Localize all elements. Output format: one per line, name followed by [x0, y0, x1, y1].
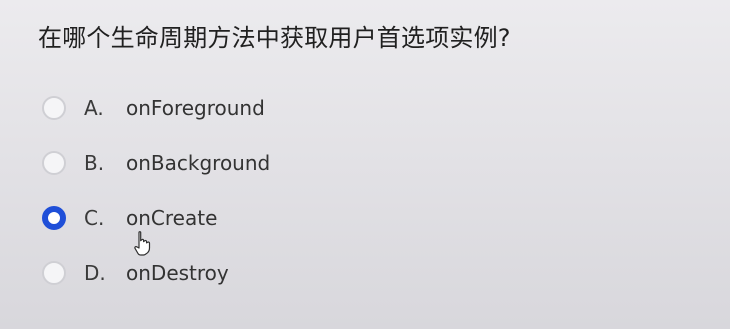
option-letter-b: B.	[84, 151, 105, 175]
option-letter-a: A.	[84, 96, 104, 120]
options-list: A. onForeground B. onBackground C. onCre…	[42, 82, 682, 299]
radio-button-b[interactable]	[42, 151, 66, 175]
radio-button-d[interactable]	[42, 261, 66, 285]
option-b[interactable]: B. onBackground	[42, 137, 682, 189]
option-d[interactable]: D. onDestroy	[42, 247, 682, 299]
option-text-a: onForeground	[126, 96, 265, 120]
radio-button-a[interactable]	[42, 96, 66, 120]
option-c[interactable]: C. onCreate	[42, 192, 682, 256]
quiz-page: 在哪个生命周期方法中获取用户首选项实例? A. onForeground B. …	[0, 0, 730, 329]
option-text-d: onDestroy	[126, 261, 229, 285]
question-title: 在哪个生命周期方法中获取用户首选项实例?	[38, 24, 511, 52]
option-a[interactable]: A. onForeground	[42, 82, 682, 134]
option-letter-d: D.	[84, 261, 106, 285]
option-letter-c: C.	[84, 206, 105, 230]
radio-button-c[interactable]	[42, 206, 66, 230]
option-text-b: onBackground	[126, 151, 271, 175]
option-text-c: onCreate	[126, 206, 218, 230]
